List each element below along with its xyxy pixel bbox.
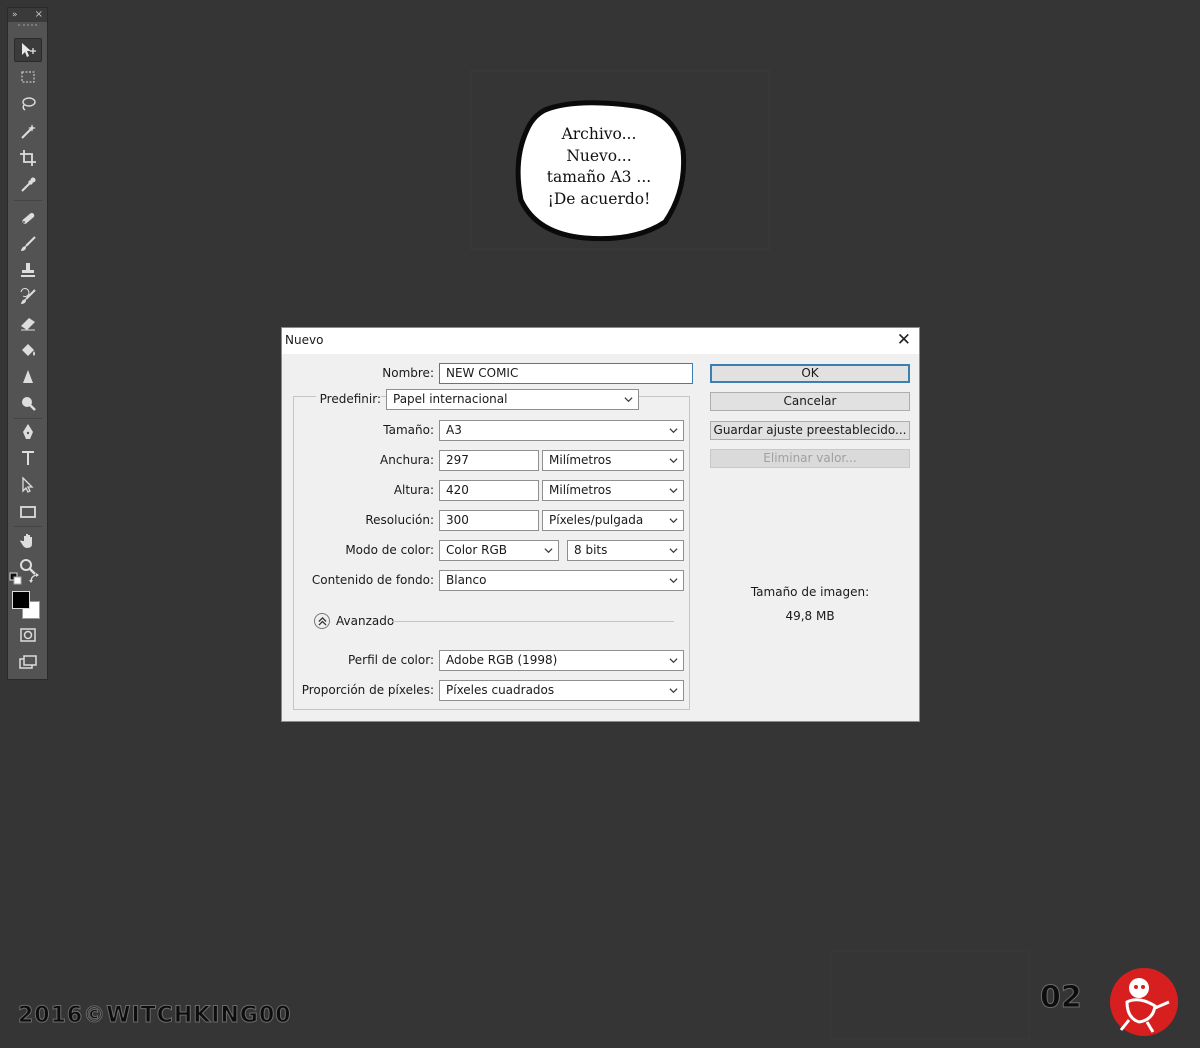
resolucion-unit-select[interactable]: Píxeles/pulgada bbox=[542, 510, 684, 531]
tamano-label: Tamaño: bbox=[383, 423, 434, 437]
blur-icon[interactable] bbox=[14, 365, 42, 389]
proporcion-pixeles-value: Píxeles cuadrados bbox=[446, 683, 555, 697]
speech-bubble: Archivo... Nuevo... tamaño A3 ... ¡De ac… bbox=[515, 100, 687, 242]
rectangular-marquee-icon[interactable] bbox=[14, 65, 42, 89]
copyright-text: 2016©WITCHKING00 bbox=[18, 1003, 292, 1029]
dialog-title: Nuevo bbox=[285, 333, 324, 347]
default-colors-icon[interactable] bbox=[9, 572, 23, 586]
modo-color-value: Color RGB bbox=[446, 543, 508, 557]
chevron-down-icon bbox=[624, 397, 633, 403]
altura-unit-select[interactable]: Milímetros bbox=[542, 480, 684, 501]
perfil-color-value: Adobe RGB (1998) bbox=[446, 653, 558, 667]
screen-mode-icon[interactable] bbox=[14, 650, 42, 674]
chevron-down-icon bbox=[669, 458, 678, 464]
speech-bubble-text: Archivo... Nuevo... tamaño A3 ... ¡De ac… bbox=[515, 124, 683, 210]
chevron-down-icon bbox=[669, 688, 678, 694]
eraser-icon[interactable] bbox=[14, 311, 42, 335]
background-artwork-bottom bbox=[830, 950, 1030, 1040]
modo-color-select[interactable]: Color RGB bbox=[439, 540, 559, 561]
swap-colors-icon[interactable] bbox=[28, 572, 42, 586]
panel-grip[interactable] bbox=[18, 24, 37, 32]
paint-bucket-icon[interactable] bbox=[14, 338, 42, 362]
anchura-label: Anchura: bbox=[380, 453, 434, 467]
anchura-unit-select[interactable]: Milímetros bbox=[542, 450, 684, 471]
contenido-fondo-label: Contenido de fondo: bbox=[311, 573, 434, 587]
dodge-icon[interactable] bbox=[14, 391, 42, 415]
bubble-line: tamaño A3 ... bbox=[546, 168, 652, 186]
dialog-titlebar[interactable]: Nuevo ✕ bbox=[282, 328, 919, 354]
tools-panel-header: » × bbox=[8, 8, 47, 22]
close-icon[interactable]: ✕ bbox=[897, 330, 911, 350]
eyedropper-icon[interactable] bbox=[14, 173, 42, 197]
bubble-line: ¡De acuerdo! bbox=[547, 189, 651, 208]
anchura-input[interactable]: 297 bbox=[439, 450, 539, 471]
spot-healing-icon[interactable] bbox=[14, 206, 42, 230]
resolucion-unit-value: Píxeles/pulgada bbox=[549, 513, 644, 527]
tools-panel: » × bbox=[7, 7, 48, 680]
bubble-line: Archivo... bbox=[561, 125, 637, 143]
close-panel-icon[interactable]: × bbox=[35, 8, 43, 22]
image-size-label: Tamaño de imagen: bbox=[750, 585, 870, 599]
save-preset-button[interactable]: Guardar ajuste preestablecido... bbox=[710, 421, 910, 440]
bits-select[interactable]: 8 bits bbox=[567, 540, 684, 561]
chevron-down-icon bbox=[669, 428, 678, 434]
page-number: 02 bbox=[1040, 980, 1083, 1016]
rectangle-shape-icon[interactable] bbox=[14, 500, 42, 524]
crop-icon[interactable] bbox=[14, 146, 42, 170]
perfil-color-select[interactable]: Adobe RGB (1998) bbox=[439, 650, 684, 671]
avanzado-label: Avanzado bbox=[336, 614, 395, 628]
altura-input[interactable]: 420 bbox=[439, 480, 539, 501]
image-size-value: 49,8 MB bbox=[785, 609, 835, 623]
altura-unit-value: Milímetros bbox=[549, 483, 612, 497]
hand-icon[interactable] bbox=[14, 529, 42, 553]
nombre-label: Nombre: bbox=[382, 366, 434, 380]
modo-color-label: Modo de color: bbox=[345, 543, 434, 557]
chevron-down-icon bbox=[669, 488, 678, 494]
collapse-panel-icon[interactable]: » bbox=[12, 8, 18, 22]
resolucion-input[interactable]: 300 bbox=[439, 510, 539, 531]
pen-icon[interactable] bbox=[14, 420, 42, 444]
advanced-toggle-button[interactable] bbox=[314, 613, 330, 629]
bubble-line: Nuevo... bbox=[566, 146, 632, 165]
quick-mask-icon[interactable] bbox=[14, 623, 42, 647]
ok-button[interactable]: OK bbox=[710, 364, 910, 383]
chevron-down-icon bbox=[669, 658, 678, 664]
chevron-down-icon bbox=[544, 548, 553, 554]
delete-preset-button: Eliminar valor... bbox=[710, 449, 910, 468]
chevron-down-icon bbox=[669, 578, 678, 584]
contenido-fondo-select[interactable]: Blanco bbox=[439, 570, 684, 591]
predefinir-value: Papel internacional bbox=[393, 392, 508, 406]
magic-wand-icon[interactable] bbox=[14, 119, 42, 143]
chevron-down-icon bbox=[669, 548, 678, 554]
perfil-color-label: Perfil de color: bbox=[347, 653, 434, 667]
move-tool-icon[interactable] bbox=[14, 38, 42, 62]
clone-stamp-icon[interactable] bbox=[14, 258, 42, 282]
advanced-divider bbox=[392, 621, 674, 622]
proporcion-pixeles-label: Proporción de píxeles: bbox=[301, 683, 434, 697]
mascot-logo bbox=[1110, 968, 1178, 1036]
anchura-unit-value: Milímetros bbox=[549, 453, 612, 467]
nombre-input[interactable]: NEW COMIC bbox=[439, 363, 693, 384]
tamano-select[interactable]: A3 bbox=[439, 420, 684, 441]
proporcion-pixeles-select[interactable]: Píxeles cuadrados bbox=[439, 680, 684, 701]
foreground-color-swatch[interactable] bbox=[12, 591, 30, 609]
chevron-up-double-icon bbox=[317, 616, 327, 626]
lasso-icon[interactable] bbox=[14, 92, 42, 116]
brush-icon[interactable] bbox=[14, 232, 42, 256]
cancel-button[interactable]: Cancelar bbox=[710, 392, 910, 411]
altura-label: Altura: bbox=[393, 483, 434, 497]
bits-value: 8 bits bbox=[574, 543, 608, 557]
type-icon[interactable] bbox=[14, 446, 42, 470]
tamano-value: A3 bbox=[446, 423, 462, 437]
new-document-dialog: Nuevo ✕ Nombre: NEW COMIC Predefinir: Pa… bbox=[281, 327, 920, 722]
chevron-down-icon bbox=[669, 518, 678, 524]
history-brush-icon[interactable] bbox=[14, 285, 42, 309]
predefinir-label: Predefinir: bbox=[315, 392, 381, 406]
path-selection-icon[interactable] bbox=[14, 473, 42, 497]
contenido-fondo-value: Blanco bbox=[446, 573, 487, 587]
predefinir-select[interactable]: Papel internacional bbox=[386, 389, 639, 410]
resolucion-label: Resolución: bbox=[365, 513, 434, 527]
